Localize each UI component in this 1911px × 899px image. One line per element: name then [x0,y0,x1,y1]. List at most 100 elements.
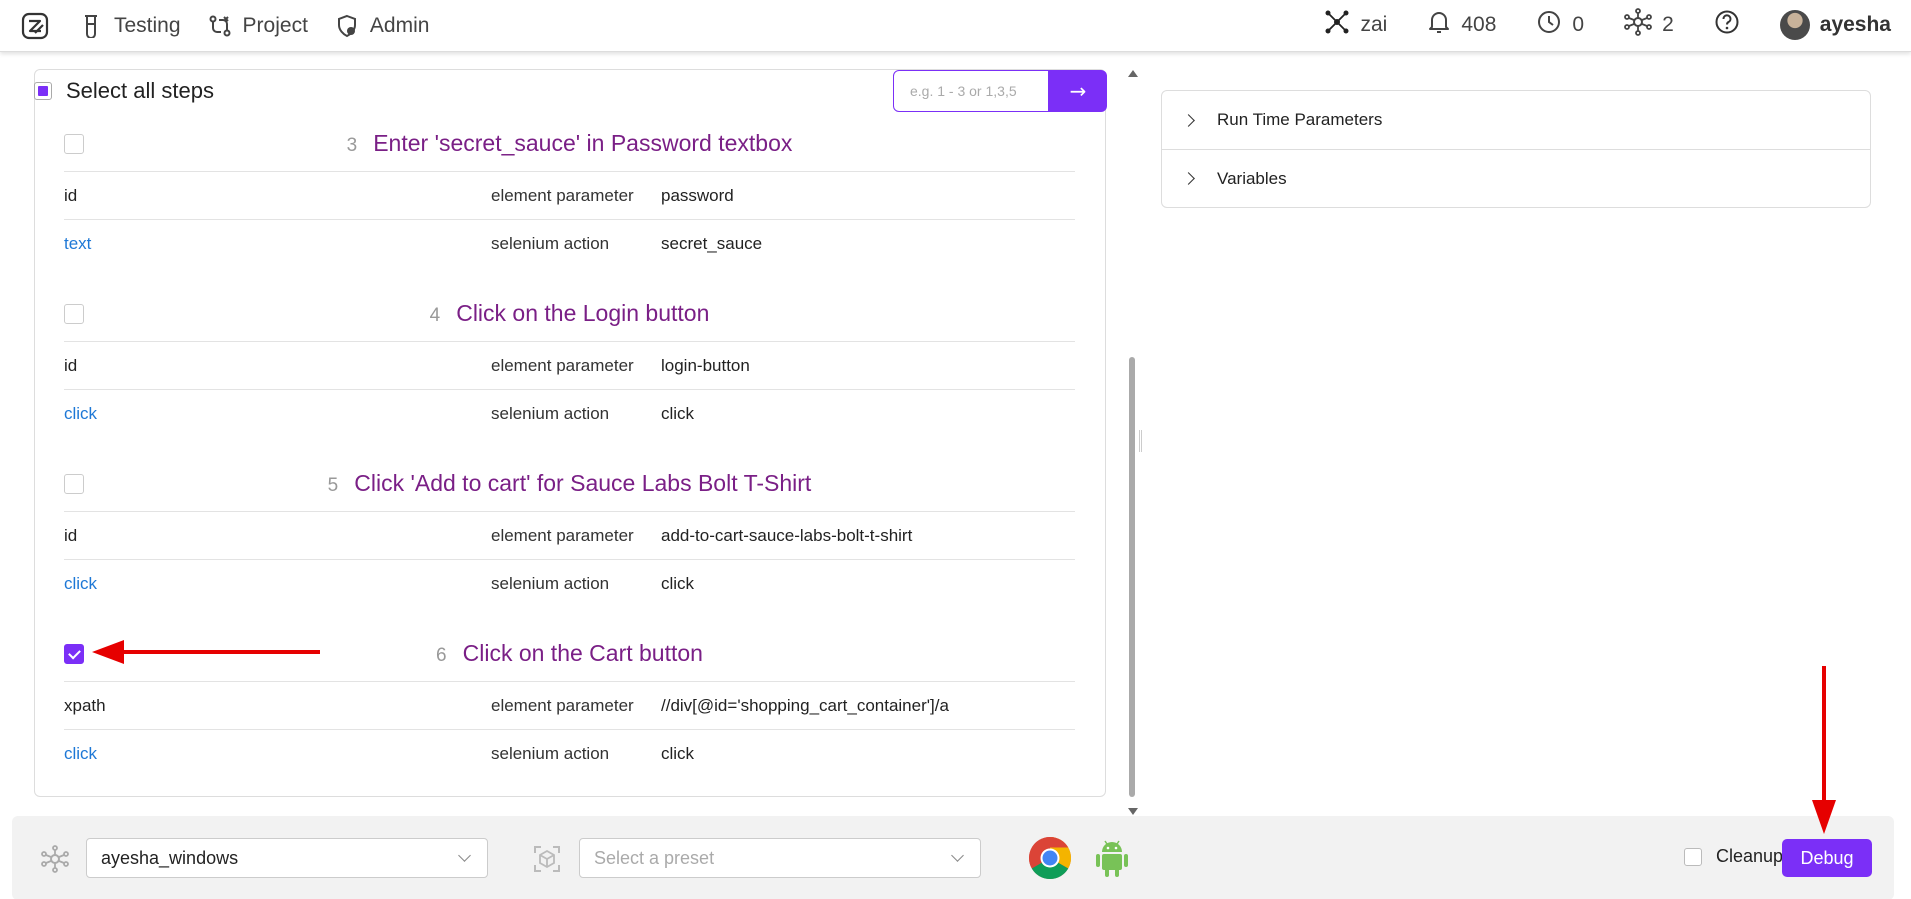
step-title-text: Click on the Cart button [462,640,703,666]
row-type: element parameter [491,356,634,375]
row-type: selenium action [491,404,610,423]
row-key: id [64,526,78,545]
chevron-down-icon [951,849,964,862]
nav-admin[interactable]: Admin [334,13,430,39]
accordion-label: Variables [1217,168,1287,188]
help-icon [1714,9,1740,41]
cleanup-option[interactable]: Cleanup [1684,846,1783,867]
step-title-text: Click on the Login button [456,300,710,326]
network-icon [1324,9,1350,41]
select-all-label: Select all steps [66,78,214,103]
row-value: click [661,404,695,423]
nodes-icon [1624,8,1652,42]
range-go-button[interactable]: → [1049,70,1107,112]
step-title-text: Click 'Add to cart' for Sauce Labs Bolt … [354,470,812,496]
app-logo-icon[interactable] [18,9,52,43]
row-key-link[interactable]: click [64,574,97,594]
top-navbar: Testing Project Admin zai 408 0 2 ayesha [0,0,1911,52]
run-bar: ayesha_windows Select a preset Cleanup D… [12,816,1894,899]
node-select[interactable]: ayesha_windows [86,838,488,878]
step-title: 5 Click 'Add to cart' for Sauce Labs Bolt… [64,470,1075,497]
step-number: 3 [346,135,358,156]
row-type: element parameter [491,526,634,545]
row-type: selenium action [491,744,610,763]
nodes-count: 2 [1662,13,1674,36]
history[interactable]: 0 [1536,9,1584,41]
row-key-link[interactable]: click [64,404,97,424]
notifications-count: 408 [1461,13,1497,36]
row-value: add-to-cart-sauce-labs-bolt-t-shirt [661,526,913,545]
node-select-value: ayesha_windows [101,847,239,868]
row-value: click [661,574,695,593]
row-type: selenium action [491,574,610,593]
android-icon[interactable] [1092,838,1132,878]
nav-admin-label: Admin [369,13,430,37]
row-key: id [64,356,78,375]
chevron-right-icon [1182,113,1195,127]
row-key: id [64,186,78,205]
step-header: 4 Click on the Login button [64,292,1075,342]
user-menu[interactable]: ayesha [1779,10,1891,40]
accordion-variables[interactable]: Variables [1162,149,1870,207]
scroll-down-icon[interactable] [1128,808,1138,815]
avatar [1779,10,1810,40]
accordion-run-time-parameters[interactable]: Run Time Parameters [1162,91,1870,149]
select-all-steps[interactable]: Select all steps [34,78,214,104]
step-title-text: Enter 'secret_sauce' in Password textbox [373,130,793,156]
chevron-down-icon [458,849,471,862]
step-header: 5 Click 'Add to cart' for Sauce Labs Bolt… [64,462,1075,512]
table-row: id element parameter add-to-cart-sauce-l… [64,512,1075,560]
table-row: id element parameter password [64,172,1075,220]
row-value: //div[@id='shopping_cart_container']/a [661,696,949,715]
scrollbar-thumb[interactable] [1129,357,1135,797]
cleanup-label: Cleanup [1716,846,1784,866]
clock-icon [1536,9,1562,41]
row-key-link[interactable]: text [64,234,91,254]
row-type: element parameter [491,186,634,205]
agent-menu[interactable]: zai [1324,9,1387,41]
table-row: xpath element parameter //div[@id='shopp… [64,682,1075,730]
step-title: 4 Click on the Login button [64,300,1075,327]
table-row: click selenium action click [64,730,1075,778]
step-5: 5 Click 'Add to cart' for Sauce Labs Bolt… [64,462,1075,632]
agent-label: zai [1360,13,1388,36]
beaker-icon [78,13,104,39]
row-key-link[interactable]: click [64,744,97,764]
chrome-icon[interactable] [1028,836,1072,880]
top-right-group: zai 408 0 2 ayesha [1324,0,1891,50]
panel-splitter-handle[interactable] [1139,430,1142,452]
row-value: click [661,744,695,763]
cleanup-checkbox[interactable] [1684,847,1702,866]
step-title: 3 Enter 'secret_sauce' in Password textbo… [64,130,1075,157]
table-row: text selenium action secret_sauce [64,220,1075,268]
step-6: 6 Click on the Cart button xpath element … [64,632,1075,802]
parameters-panel: Run Time Parameters Variables [1161,90,1871,208]
nav-testing[interactable]: Testing [78,13,181,39]
history-count: 0 [1572,13,1585,36]
select-all-checkbox[interactable] [34,82,52,100]
nav-project-label: Project [242,13,308,37]
step-number: 4 [429,305,441,326]
annotation-arrow-debug [1812,666,1836,834]
step-header: 6 Click on the Cart button [64,632,1075,682]
chevron-right-icon [1182,172,1195,185]
step-range-input[interactable] [893,70,1049,112]
accordion-label: Run Time Parameters [1217,110,1383,129]
steps-scrollbar[interactable] [1127,70,1139,815]
row-key: xpath [64,696,106,715]
debug-button[interactable]: Debug [1782,839,1872,877]
row-type: element parameter [491,696,634,715]
help-button[interactable] [1714,9,1740,41]
preset-select[interactable]: Select a preset [579,838,981,878]
shield-icon [334,13,360,39]
table-row: click selenium action click [64,560,1075,608]
step-4: 4 Click on the Login button id element pa… [64,292,1075,462]
nodes[interactable]: 2 [1624,8,1674,42]
nav-project[interactable]: Project [207,13,308,39]
row-value: login-button [661,356,750,375]
notifications[interactable]: 408 [1427,9,1496,41]
step-header: 3 Enter 'secret_sauce' in Password textbo… [64,122,1075,172]
scroll-up-icon[interactable] [1128,70,1138,77]
step-range-group: → [893,70,1107,112]
row-value: password [661,186,734,205]
